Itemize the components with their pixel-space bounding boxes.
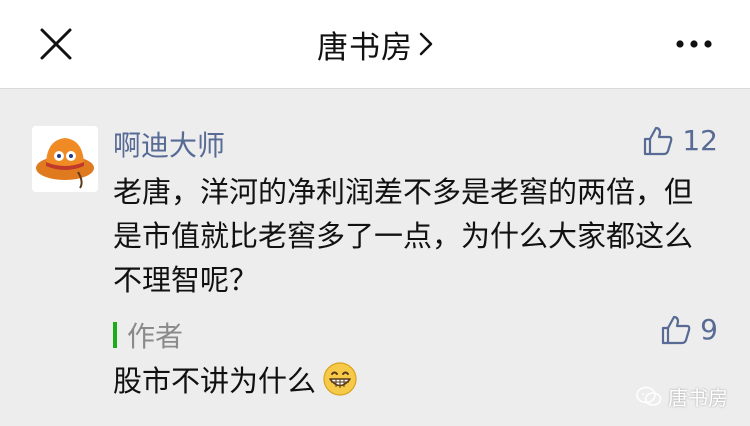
reply-text: 股市不讲为什么 (113, 364, 317, 398)
grinning-face-icon (322, 361, 358, 397)
top-bar: 唐书房 (0, 0, 750, 88)
reply-like-button[interactable]: 9 (660, 313, 718, 346)
more-button[interactable] (672, 28, 716, 60)
author-reply-header: 作者 (113, 315, 183, 355)
comment-like-button[interactable]: 12 (642, 124, 718, 157)
author-label: 作者 (127, 320, 184, 353)
header-divider (0, 88, 750, 89)
watermark: 唐书房 (636, 382, 728, 411)
thumbs-up-icon (644, 126, 673, 155)
title-area[interactable]: 唐书房 (0, 0, 750, 88)
page-title[interactable]: 唐书房 (317, 22, 413, 67)
comment-like-count: 12 (682, 124, 718, 157)
watermark-text: 唐书房 (668, 386, 728, 410)
author-marker (113, 322, 117, 348)
avatar[interactable] (32, 126, 98, 192)
more-icon (676, 40, 712, 48)
reply-text-row: 股市不讲为什么 (113, 358, 358, 400)
chevron-right-icon (419, 32, 433, 56)
comment-nickname[interactable]: 啊迪大师 (113, 124, 225, 164)
avatar-hat-icon (32, 126, 98, 192)
comment-text: 老唐，洋河的净利润差不多是老窖的两倍，但是市值就比老窖多了一点，为什么大家都这么… (113, 175, 694, 297)
wechat-icon (636, 386, 662, 406)
thumbs-up-icon (662, 315, 691, 344)
reply-like-count: 9 (700, 313, 718, 346)
